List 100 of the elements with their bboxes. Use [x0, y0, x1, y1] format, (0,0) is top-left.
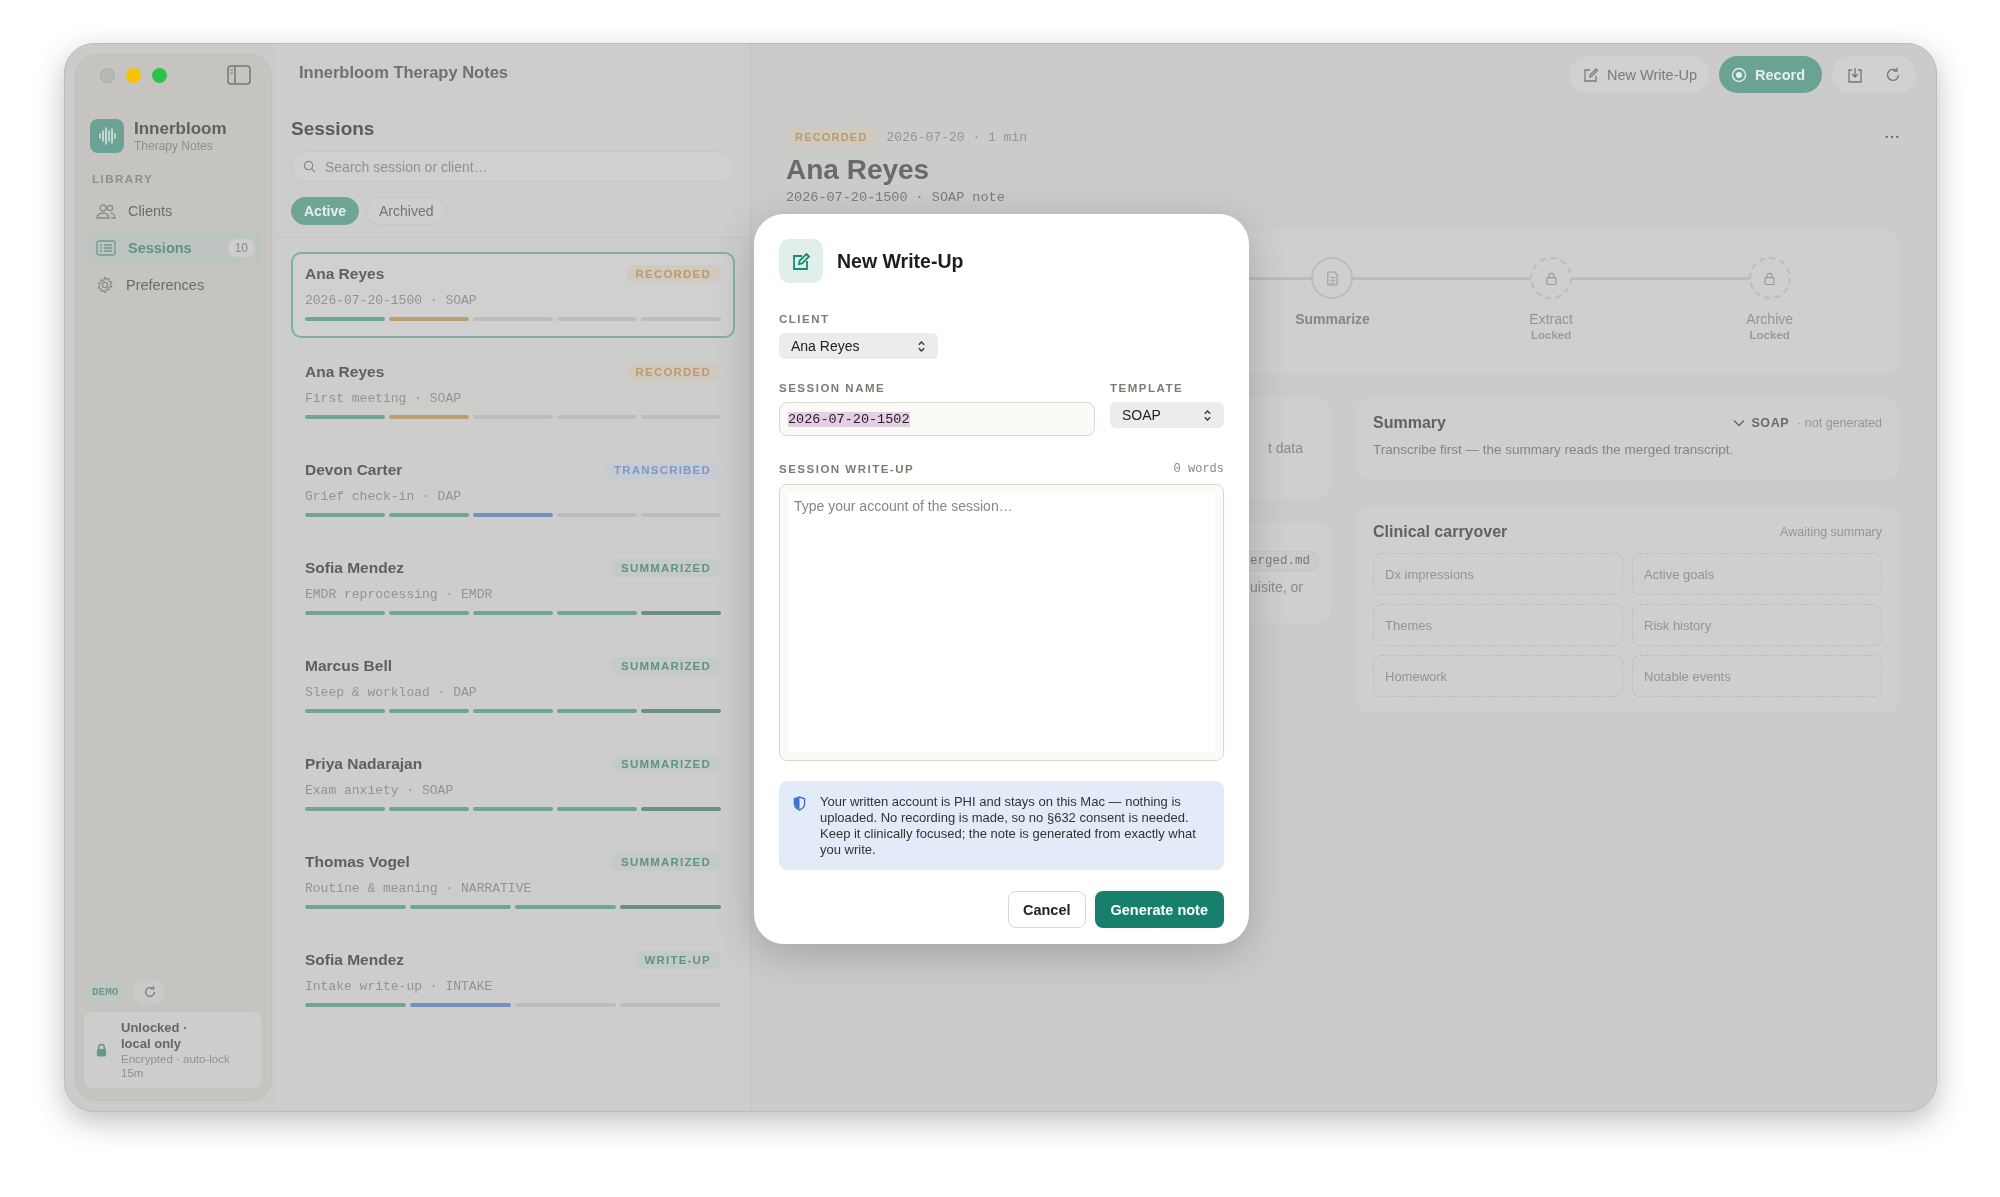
template-select[interactable]: SOAP — [1110, 402, 1224, 428]
session-subtitle: First meeting · SOAP — [305, 391, 463, 406]
client-name: Thomas Vogel — [305, 853, 410, 871]
session-card[interactable]: Thomas Vogel SUMMARIZED Routine & meaning · NARRATIVE — [291, 840, 735, 926]
client-name: Devon Carter — [305, 461, 403, 479]
session-card[interactable]: Priya Nadarajan SUMMARIZED Exam anxiety · SOAP — [291, 742, 735, 828]
sidebar-item[interactable]: Sessions 10 — [84, 230, 263, 266]
step-label: Archive — [1746, 311, 1794, 327]
template-dropdown[interactable]: SOAP — [1733, 416, 1790, 430]
session-title: Ana Reyes — [786, 154, 931, 186]
client-name: Priya Nadarajan — [305, 755, 423, 773]
status-badge: SUMMARIZED — [611, 559, 721, 577]
refresh-icon — [142, 985, 157, 999]
demo-badge: DEMO — [84, 982, 127, 1002]
edit-icon — [1583, 66, 1600, 83]
toolbar-button[interactable]: New Write-Up — [1569, 56, 1710, 93]
client-select[interactable]: Ana Reyes — [779, 333, 938, 359]
session-subtitle: Exam anxiety · SOAP — [305, 783, 455, 798]
summary-status: · not generated — [1797, 416, 1882, 430]
write-up-field[interactable]: Type your account of the session… — [779, 484, 1224, 761]
carryover-status: Awaiting summary — [1780, 525, 1882, 539]
dialog-button[interactable]: Cancel — [1007, 891, 1086, 928]
notice-text: Your written account is PHI and stays on this Mac — nothing is uploaded. No recording is made, so no §632 consent is needed. Keep it clinically focused; the note is generated from exactly what you write. — [820, 794, 1196, 858]
client-name: Marcus Bell — [305, 657, 392, 675]
people-icon — [96, 203, 116, 219]
empty-slot: Homework — [1373, 655, 1623, 697]
field-label: SESSION WRITE-UP — [779, 463, 915, 475]
download-icon[interactable] — [1846, 65, 1864, 84]
session-card[interactable]: Devon Carter TRANSCRIBED Grief check-in · DAP — [291, 448, 735, 534]
lock-status-detail: Encrypted · auto-lock 15m — [121, 1052, 231, 1080]
client-name: Ana Reyes — [305, 265, 385, 283]
shield-icon — [793, 796, 806, 811]
window-close-button[interactable] — [100, 67, 115, 83]
lock-icon — [1545, 271, 1557, 285]
status-badge: RECORDED — [786, 128, 877, 146]
status-badge: RECORDED — [625, 363, 721, 381]
filter-tab[interactable]: Archived — [366, 197, 447, 225]
status-badge: SUMMARIZED — [611, 755, 721, 773]
count-badge: 10 — [227, 239, 255, 257]
app-name: Innerbloom — [134, 119, 227, 139]
empty-slot: Dx impressions — [1373, 553, 1623, 595]
list-icon — [96, 240, 116, 256]
more-icon[interactable] — [1885, 135, 1899, 139]
session-card[interactable]: Marcus Bell SUMMARIZED Sleep & workload · DAP — [291, 644, 735, 730]
search-field[interactable]: Search session or client… — [291, 151, 735, 182]
client-name: Sofia Mendez — [305, 559, 405, 577]
session-subtitle: Intake write-up · INTAKE — [305, 979, 494, 994]
filter-tab[interactable]: Active — [291, 197, 360, 225]
card-text: uisite, or — [1250, 579, 1303, 595]
word-count: 0 words — [1173, 462, 1224, 476]
search-icon — [303, 160, 316, 173]
status-badge: RECORDED — [625, 265, 721, 283]
sidebar-item[interactable]: Clients — [84, 193, 263, 229]
card-title: Clinical carryover — [1373, 523, 1508, 541]
session-subtitle: Sleep & workload · DAP — [305, 685, 478, 700]
client-name: Ana Reyes — [305, 363, 385, 381]
stepper-icon — [1203, 408, 1212, 422]
session-name-field[interactable]: 2026-07-20-1502 — [779, 402, 1095, 436]
edit-icon — [779, 239, 823, 283]
status-badge: WRITE-UP — [634, 951, 721, 969]
lock-icon — [1764, 271, 1776, 285]
field-label: SESSION NAME — [779, 382, 887, 394]
session-card[interactable]: Sofia Mendez WRITE-UP Intake write-up · INTAKE — [291, 938, 735, 1024]
window-minimize-button[interactable] — [126, 67, 141, 83]
waveform-logo-icon — [90, 119, 124, 153]
window-title: Innerbloom Therapy Notes — [299, 63, 510, 83]
toolbar-button[interactable]: Record — [1719, 56, 1822, 93]
record-icon — [1731, 66, 1748, 83]
session-subtitle: Routine & meaning · NARRATIVE — [305, 881, 533, 896]
chevron-down-icon — [1733, 419, 1746, 427]
field-label: CLIENT — [779, 313, 831, 325]
summary-text: Transcribe first — the summary reads the merged transcript. — [1373, 442, 1735, 457]
session-card[interactable]: Ana Reyes RECORDED First meeting · SOAP — [291, 350, 735, 436]
session-card[interactable]: Ana Reyes RECORDED 2026-07-20-1500 · SOAP — [291, 252, 735, 338]
step-label: Summarize — [1295, 311, 1370, 327]
card-title: Summary — [1373, 414, 1446, 432]
refresh-button[interactable] — [134, 980, 166, 1004]
dialog-button[interactable]: Generate note — [1094, 891, 1224, 928]
refresh-icon[interactable] — [1884, 65, 1902, 84]
window-zoom-button[interactable] — [152, 67, 167, 83]
sidebar-toggle-icon[interactable] — [227, 65, 251, 85]
lock-status-title: Unlocked · local only — [121, 1020, 189, 1052]
status-badge: SUMMARIZED — [611, 853, 721, 871]
step-circle[interactable] — [1311, 257, 1354, 299]
status-badge: SUMMARIZED — [611, 657, 721, 675]
status-badge: TRANSCRIBED — [604, 461, 721, 479]
sidebar-item[interactable]: Preferences — [84, 267, 263, 303]
empty-slot: Notable events — [1632, 655, 1882, 697]
field-label: TEMPLATE — [1110, 382, 1185, 394]
dialog-title: New Write-Up — [837, 249, 964, 273]
session-subtitle: 2026-07-20-1500 · SOAP — [305, 293, 478, 308]
lock-icon — [96, 1043, 107, 1057]
session-card[interactable]: Sofia Mendez SUMMARIZED EMDR reprocessing · EMDR — [291, 546, 735, 632]
card-text: t data — [1267, 440, 1303, 456]
empty-slot: Risk history — [1632, 604, 1882, 646]
client-name: Sofia Mendez — [305, 951, 405, 969]
stepper-icon — [917, 339, 926, 353]
settings-icon — [96, 276, 114, 294]
panel-title: Sessions — [291, 118, 376, 140]
session-subtitle: 2026-07-20-1500 · SOAP note — [786, 190, 1006, 205]
